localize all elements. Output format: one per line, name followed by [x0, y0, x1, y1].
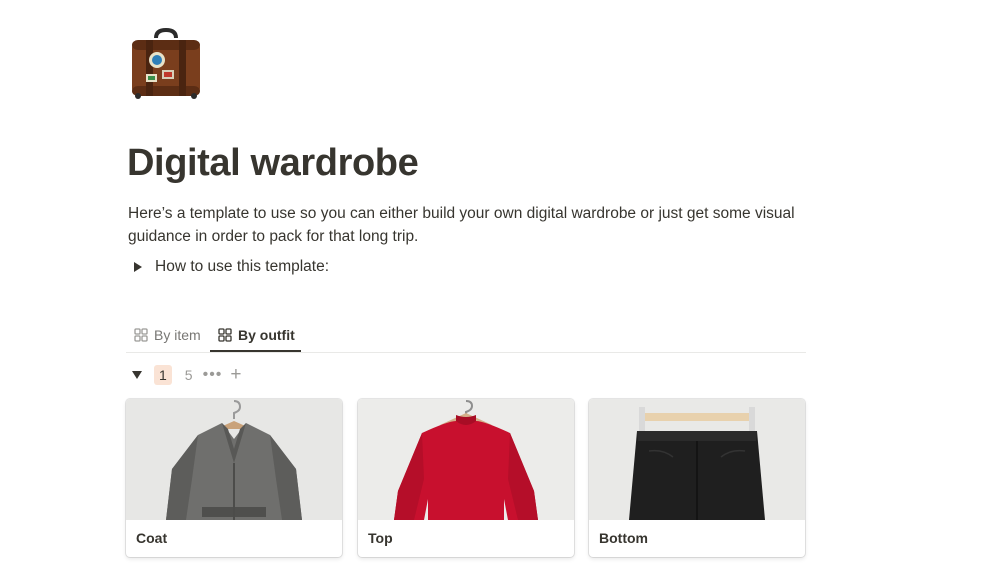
toggle-arrow-icon[interactable]: [134, 262, 142, 272]
more-icon[interactable]: •••: [203, 366, 223, 384]
gallery-card-bottom[interactable]: Bottom: [589, 399, 805, 557]
tab-by-item[interactable]: By item: [134, 320, 201, 350]
card-cover-image: [358, 399, 574, 520]
how-to-use-toggle[interactable]: How to use this template:: [128, 256, 329, 278]
group-value-badge[interactable]: 1: [154, 365, 172, 385]
tab-label: By item: [154, 327, 201, 343]
page: Digital wardrobe Here’s a template to us…: [0, 0, 1005, 565]
gallery-card-top[interactable]: Top: [358, 399, 574, 557]
active-tab-indicator: [210, 350, 301, 352]
gallery-card-coat[interactable]: Coat: [126, 399, 342, 557]
toggle-label: How to use this template:: [155, 258, 330, 275]
page-description[interactable]: Here’s a template to use so you can eith…: [128, 202, 818, 248]
plus-icon[interactable]: +: [230, 365, 241, 384]
card-title: Bottom: [599, 530, 648, 546]
database-view-tabs: By item By outfit: [126, 320, 806, 353]
tab-label: By outfit: [238, 327, 295, 343]
suitcase-icon[interactable]: [126, 24, 206, 104]
card-title: Coat: [136, 530, 168, 546]
card-cover-image: [126, 399, 342, 520]
gallery-icon: [218, 328, 232, 342]
gallery-icon: [134, 328, 148, 342]
collapse-group-icon[interactable]: [132, 371, 142, 379]
page-title[interactable]: Digital wardrobe: [127, 142, 419, 185]
card-title: Top: [368, 530, 393, 546]
tab-by-outfit[interactable]: By outfit: [218, 320, 295, 350]
card-cover-image: [589, 399, 805, 520]
group-header: 1 5 ••• +: [128, 364, 242, 386]
group-count: 5: [184, 367, 193, 383]
